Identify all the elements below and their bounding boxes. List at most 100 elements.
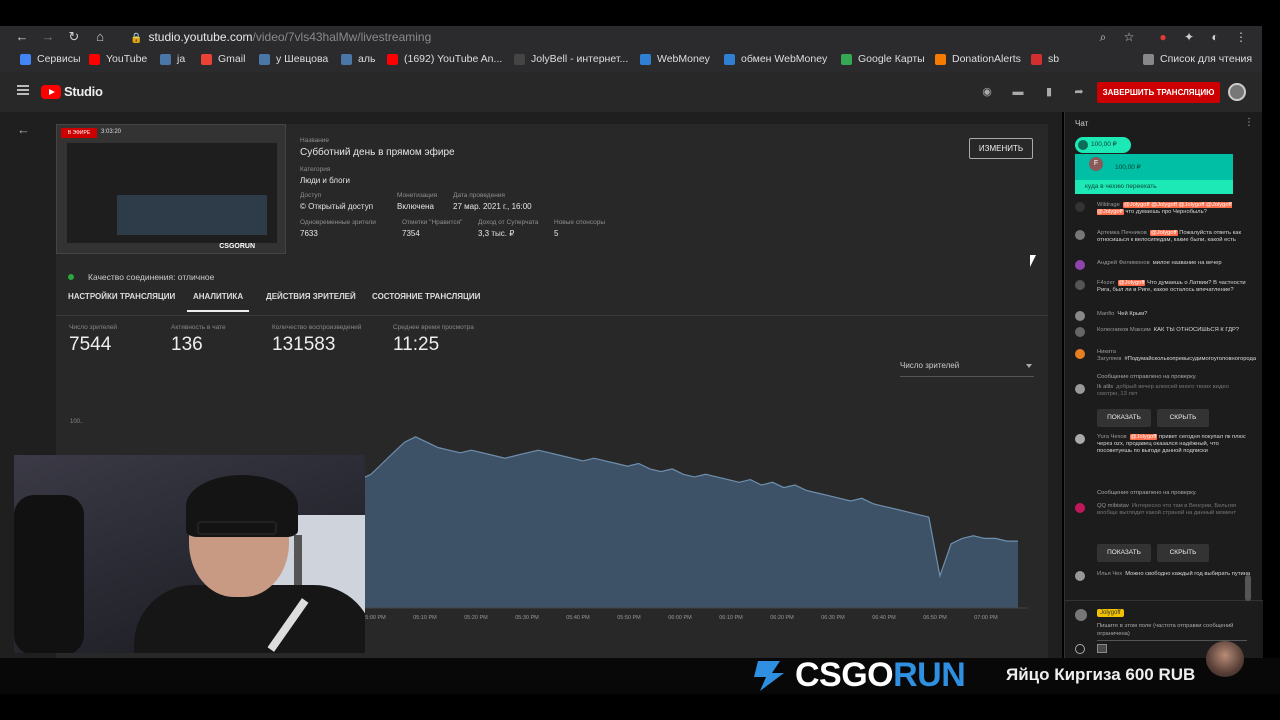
status-dot-icon bbox=[68, 274, 74, 280]
forward-arrow-icon[interactable]: → bbox=[40, 29, 56, 45]
bookmark-label: Google Карты bbox=[858, 53, 925, 65]
bookmark-item[interactable]: аль bbox=[341, 53, 375, 65]
mouse-cursor-icon bbox=[1030, 255, 1036, 267]
show-button[interactable]: ПОКАЗАТЬ bbox=[1097, 409, 1151, 427]
ticker-avatar bbox=[1078, 140, 1088, 150]
end-stream-button[interactable]: ЗАВЕРШИТЬ ТРАНСЛЯЦИЮ bbox=[1097, 82, 1220, 103]
x-tick-label: 05:50 PM bbox=[617, 615, 641, 621]
bookmark-item[interactable]: Сервисы bbox=[20, 53, 81, 65]
mini-webcam bbox=[1206, 641, 1244, 677]
chat-mention: @Jolygoff bbox=[1129, 434, 1158, 440]
hide-button[interactable]: СКРЫТЬ bbox=[1157, 544, 1209, 562]
bookmark-item[interactable]: WebMoney bbox=[640, 53, 710, 65]
back-arrow-icon[interactable]: ← bbox=[17, 122, 30, 137]
chat-text: Manfio Чей Крым? bbox=[1097, 311, 1251, 318]
x-tick-label: 06:30 PM bbox=[821, 615, 845, 621]
bookmark-item[interactable]: обмен WebMoney bbox=[724, 53, 827, 65]
puzzle-icon[interactable]: ✦ bbox=[1181, 29, 1197, 45]
bookmark-item[interactable]: YouTube bbox=[89, 53, 147, 65]
superchat-header: F 100,00 ₽ bbox=[1075, 154, 1233, 180]
search-icon[interactable]: ⌕ bbox=[1095, 29, 1111, 45]
monetization-label: Монетизация bbox=[397, 192, 438, 199]
bookmark-label: DonationAlerts bbox=[952, 53, 1021, 65]
bookmark-item[interactable]: Google Карты bbox=[841, 53, 925, 65]
bookmark-favicon-icon bbox=[20, 53, 31, 65]
sponsors-label: Новые спонсоры bbox=[554, 219, 606, 226]
held-notice: Сообщение отправлено на проверку. bbox=[1075, 374, 1251, 381]
tab-viewer-actions[interactable]: ДЕЙСТВИЯ ЗРИТЕЛЕЙ bbox=[260, 292, 362, 310]
emoji-icon[interactable] bbox=[1075, 644, 1085, 654]
youtube-logo-icon[interactable] bbox=[41, 85, 61, 99]
held-message: QQ mibistav Интересно что там в Венгрии, … bbox=[1075, 503, 1251, 517]
chat-avatar bbox=[1075, 434, 1085, 444]
more-vert-icon[interactable]: ⋮ bbox=[1233, 29, 1249, 45]
share-icon[interactable]: ➦ bbox=[1073, 86, 1085, 98]
bookmark-item[interactable]: (1692) YouTube An... bbox=[387, 53, 502, 65]
tab-stream-settings[interactable]: НАСТРОЙКИ ТРАНСЛЯЦИИ bbox=[62, 292, 181, 310]
chat-scrollbar[interactable] bbox=[1245, 575, 1251, 601]
chat-body: Можно свободно каждый год выбирать путин… bbox=[1125, 571, 1251, 577]
metric-dropdown[interactable]: Число зрителей bbox=[900, 361, 1034, 377]
show-button[interactable]: ПОКАЗАТЬ bbox=[1097, 544, 1151, 562]
tab-stream-health[interactable]: СОСТОЯНИЕ ТРАНСЛЯЦИИ bbox=[366, 292, 486, 310]
currency-icon[interactable] bbox=[1097, 644, 1107, 653]
bookmark-item[interactable]: Gmail bbox=[201, 53, 245, 65]
edit-button[interactable]: ИЗМЕНИТЬ bbox=[969, 138, 1033, 159]
account-avatar[interactable] bbox=[1228, 83, 1246, 101]
bookmark-favicon-icon bbox=[387, 53, 398, 65]
video-icon[interactable]: ▬ bbox=[1012, 86, 1024, 98]
chat-text: Колесников Максим КАК ТЫ ОТНОСИШЬСЯ К ГДР… bbox=[1097, 327, 1251, 334]
chat-avatar bbox=[1075, 260, 1085, 270]
superchat-label: Доход от Суперчата bbox=[478, 219, 539, 226]
date-value: 27 мар. 2021 г., 16:00 bbox=[453, 202, 532, 211]
stat-plays-value: 131583 bbox=[272, 334, 336, 355]
chat-avatar bbox=[1075, 311, 1085, 321]
tab-analytics[interactable]: АНАЛИТИКА bbox=[187, 292, 250, 312]
brand-part-b: RUN bbox=[893, 656, 966, 694]
stat-avg-time-value: 11:25 bbox=[393, 334, 440, 355]
connection-status: Качество соединения: отличное bbox=[68, 272, 214, 282]
chat-author: Колесников Максим bbox=[1097, 327, 1151, 333]
reload-icon[interactable]: ↻ bbox=[66, 29, 82, 45]
stream-preview-thumbnail[interactable]: В ЭФИРЕ 3:03:20 CSGORUN bbox=[56, 124, 286, 254]
extension-icon[interactable]: ● bbox=[1155, 29, 1171, 45]
url-host: studio.youtube.com bbox=[148, 30, 253, 44]
bookmark-item[interactable]: DonationAlerts bbox=[935, 53, 1021, 65]
own-name-badge: Jolygoff bbox=[1097, 609, 1124, 617]
stream-title: Субботний день в прямом эфире bbox=[300, 147, 455, 158]
url-bar[interactable]: 🔒 studio.youtube.com/video/7vls43halMw/li… bbox=[116, 27, 1116, 47]
bookmark-item[interactable]: JolyBell - интернет... bbox=[514, 53, 628, 65]
home-icon[interactable]: ⌂ bbox=[92, 29, 108, 45]
star-icon[interactable]: ☆ bbox=[1121, 29, 1137, 45]
hamburger-menu-icon[interactable] bbox=[17, 85, 29, 95]
metric-dropdown-value: Число зрителей bbox=[900, 361, 960, 370]
bookmark-item[interactable]: sb bbox=[1031, 53, 1059, 65]
chat-message: Wildrage @Jolygoff @Jolygoff @Jolygoff @J… bbox=[1075, 202, 1251, 216]
x-tick-label: 05:40 PM bbox=[566, 615, 590, 621]
reading-list[interactable]: Список для чтения bbox=[1143, 53, 1252, 65]
chat-text: Андрей Филимонов милое название на вечер bbox=[1097, 260, 1251, 267]
bookmark-icon[interactable]: ▮ bbox=[1043, 86, 1055, 98]
chat-avatar bbox=[1075, 280, 1085, 290]
bookmark-item[interactable]: у Шевцова bbox=[259, 53, 328, 65]
hide-button[interactable]: СКРЫТЬ bbox=[1157, 409, 1209, 427]
chat-input-field[interactable]: Пишите в этом поле (частота отправки соо… bbox=[1097, 623, 1247, 641]
bookmark-item[interactable]: ja bbox=[160, 53, 185, 65]
back-arrow-icon[interactable]: ← bbox=[14, 29, 30, 45]
chat-message: F4xzer @Jolygoff Что думаешь о Латвии? В … bbox=[1075, 280, 1251, 294]
superchat-ticker[interactable]: 100,00 ₽ bbox=[1075, 137, 1131, 153]
live-chat: Чат ⋮ 100,00 ₽ F 100,00 ₽ куда в чехию п… bbox=[1064, 112, 1263, 660]
more-vert-icon[interactable]: ⋮ bbox=[1244, 117, 1254, 128]
chat-message: Колесников Максим КАК ТЫ ОТНОСИШЬСЯ К ГДР… bbox=[1075, 327, 1251, 337]
chat-text: Yura Чехов @Jolygoff привет сегодня покуп… bbox=[1097, 434, 1251, 456]
bookmark-favicon-icon bbox=[514, 53, 525, 65]
bookmark-label: у Шевцова bbox=[276, 53, 329, 65]
bookmark-label: Gmail bbox=[218, 53, 246, 65]
superchat-text: куда в чехию переехать bbox=[1075, 180, 1233, 194]
profile-icon[interactable]: ◐ bbox=[1207, 29, 1223, 45]
help-icon[interactable]: ◉ bbox=[981, 86, 993, 98]
chat-body: Чей Крым? bbox=[1117, 311, 1148, 317]
bookmark-label: ja bbox=[177, 53, 186, 65]
chat-text: Wildrage @Jolygoff @Jolygoff @Jolygoff @J… bbox=[1097, 202, 1251, 216]
sponsors-value: 5 bbox=[554, 229, 559, 238]
